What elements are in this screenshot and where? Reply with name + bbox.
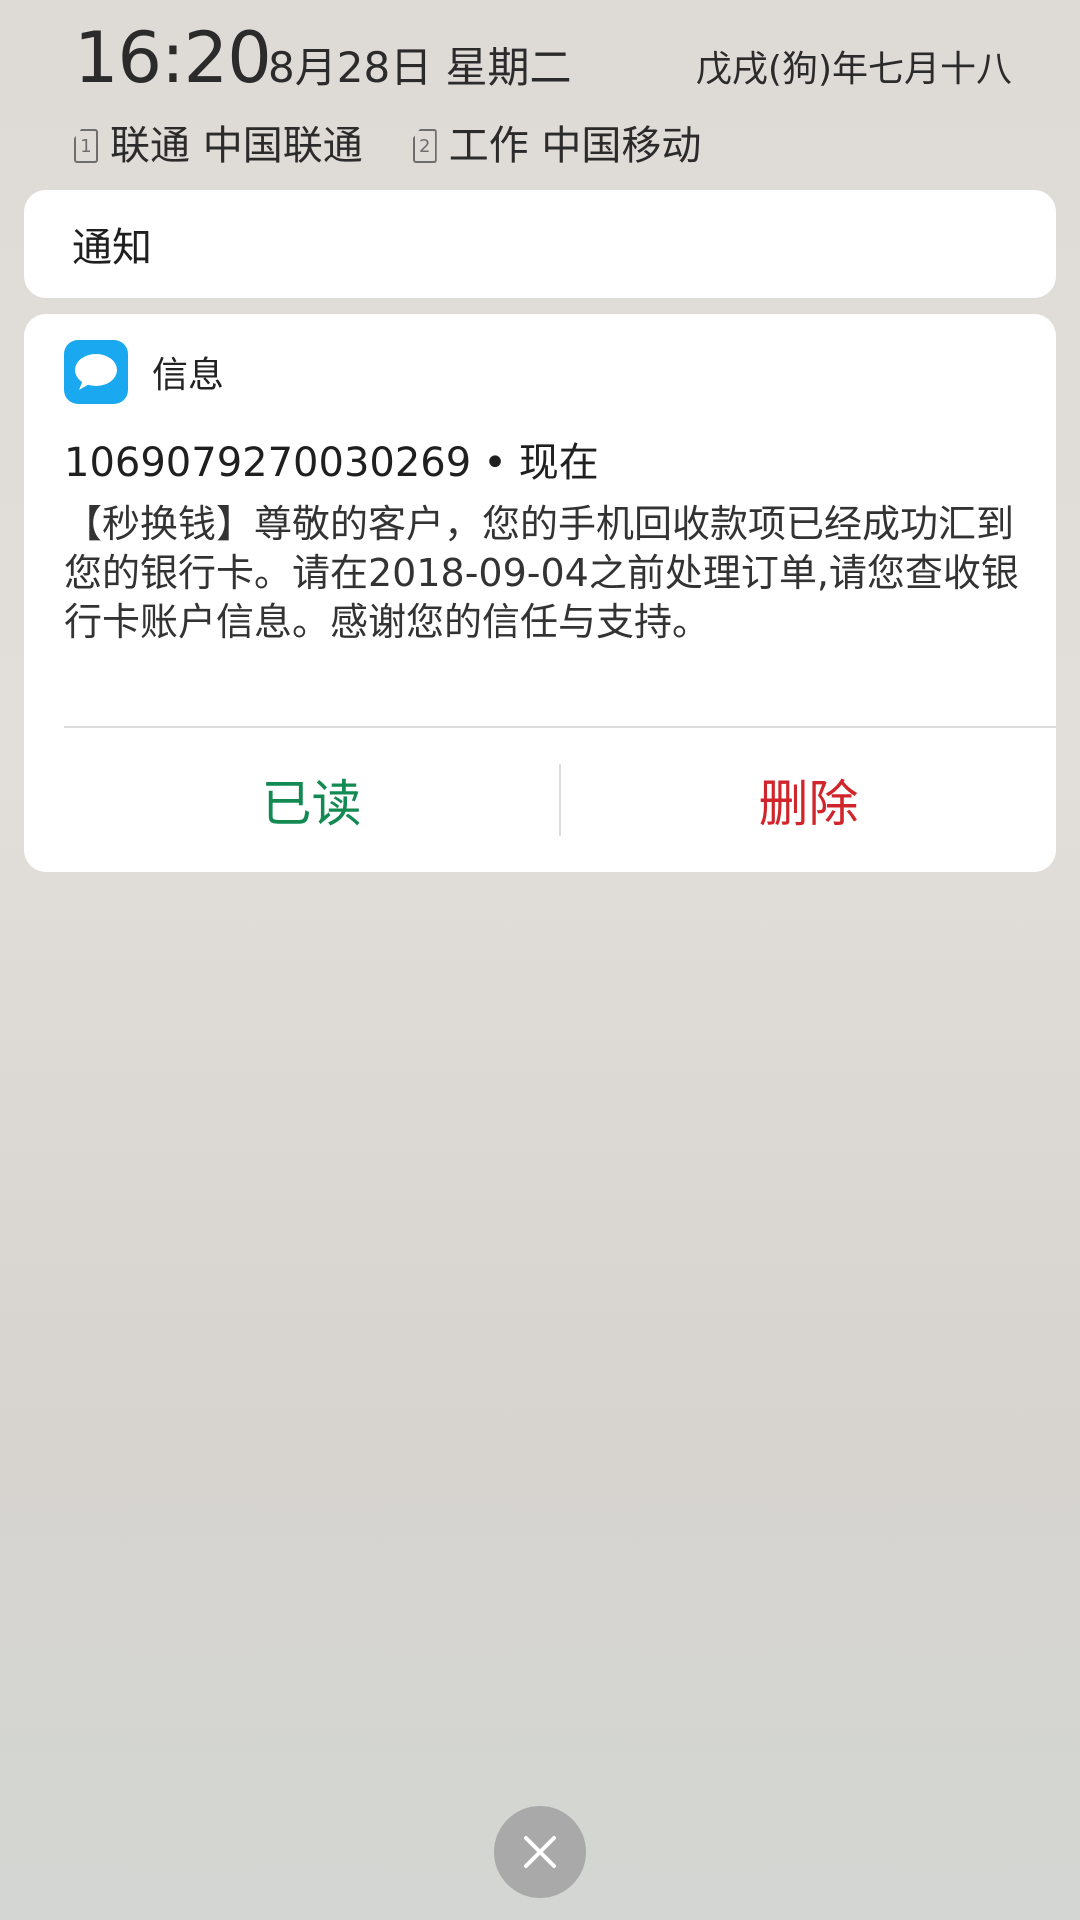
message-sender-row: 1069079270030269 • 现在	[64, 436, 599, 490]
message-body: 【秒换钱】尊敬的客户，您的手机回收款项已经成功汇到您的银行卡。请在2018-09…	[64, 502, 1019, 644]
clock-date: 8月28日 星期二	[268, 43, 572, 92]
separator-dot: •	[483, 440, 507, 486]
sim-card-icon: 1	[74, 129, 98, 163]
clock-time: 16:20	[74, 17, 272, 99]
notifications-header-card: 通知	[24, 190, 1056, 298]
sim-card-icon: 2	[412, 129, 437, 163]
sim-1: 1 联通 中国联通	[74, 120, 363, 172]
message-notification-card[interactable]: 信息 1069079270030269 • 现在 【秒换钱】尊敬的客户，您的手机回收…	[24, 314, 1056, 872]
mark-read-button[interactable]: 已读	[64, 728, 559, 872]
notification-app-name: 信息	[152, 355, 225, 396]
delete-button[interactable]: 删除	[561, 728, 1056, 872]
sim-2: 2 工作 中国移动	[412, 120, 702, 172]
lunar-date: 戊戌(狗)年七月十八	[695, 49, 1012, 90]
close-button[interactable]	[494, 1806, 586, 1898]
message-time: 现在	[518, 440, 599, 486]
close-icon	[524, 1836, 556, 1868]
sim-carrier-row: 1 联通 中国联通 2 工作 中国移动	[74, 118, 751, 174]
message-bubble-icon	[64, 340, 128, 404]
sim-2-carrier: 工作 中国移动	[448, 123, 702, 169]
notification-app-row: 信息	[64, 340, 224, 404]
notification-actions: 已读 删除	[64, 728, 1056, 872]
sim-1-carrier: 联通 中国联通	[110, 123, 363, 169]
lockscreen-header: 16:20 8月28日 星期二 戊戌(狗)年七月十八 1 联通 中国联通 2 工…	[0, 0, 1080, 180]
message-sender: 1069079270030269	[64, 440, 472, 486]
notifications-title: 通知	[72, 225, 152, 271]
